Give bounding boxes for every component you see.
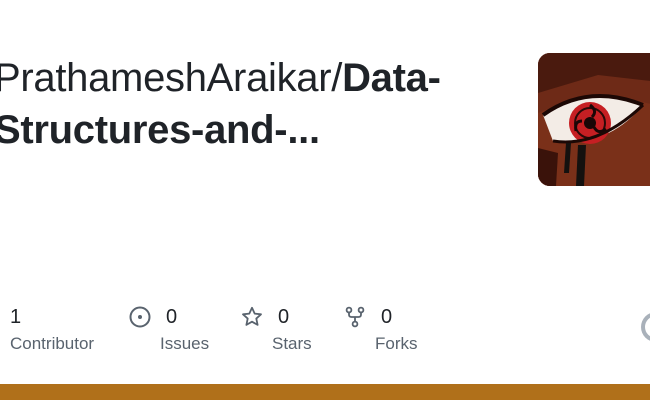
- stat-stars[interactable]: 0 Stars: [240, 300, 312, 354]
- contributors-count: 1: [10, 305, 22, 328]
- issues-count: 0: [166, 305, 178, 328]
- avatar-illustration: [538, 53, 650, 186]
- stat-issues[interactable]: 0 Issues: [128, 300, 209, 354]
- repo-name-part-1: Data-: [342, 56, 441, 100]
- stars-label: Stars: [272, 334, 312, 353]
- repo-owner: PrathameshAraikar/: [0, 56, 343, 100]
- repo-stats: 1 Contributor 0 Issues 0 Stars 0 Forks: [0, 300, 650, 360]
- issue-circle-icon: [129, 306, 151, 328]
- repo-title-line-2: Structures-and-...: [0, 104, 494, 156]
- issues-label: Issues: [160, 334, 210, 353]
- repo-name-part-2: Structures-and-...: [0, 108, 320, 152]
- forks-label: Forks: [375, 334, 418, 353]
- language-color-bar: [0, 384, 650, 400]
- stat-forks[interactable]: 0 Forks: [343, 300, 418, 354]
- fork-icon: [345, 306, 365, 328]
- repo-title: PrathameshAraikar/Data- Structures-and-.…: [0, 52, 494, 156]
- star-icon: [242, 306, 262, 326]
- repo-title-line-1: PrathameshAraikar/Data-: [0, 52, 494, 104]
- forks-count: 0: [381, 305, 393, 328]
- contributors-label: Contributor: [10, 334, 95, 353]
- stars-count: 0: [278, 305, 290, 328]
- stat-contributors[interactable]: 1 Contributor: [10, 300, 94, 354]
- owner-avatar: [538, 53, 650, 186]
- github-logo-icon: [641, 313, 650, 341]
